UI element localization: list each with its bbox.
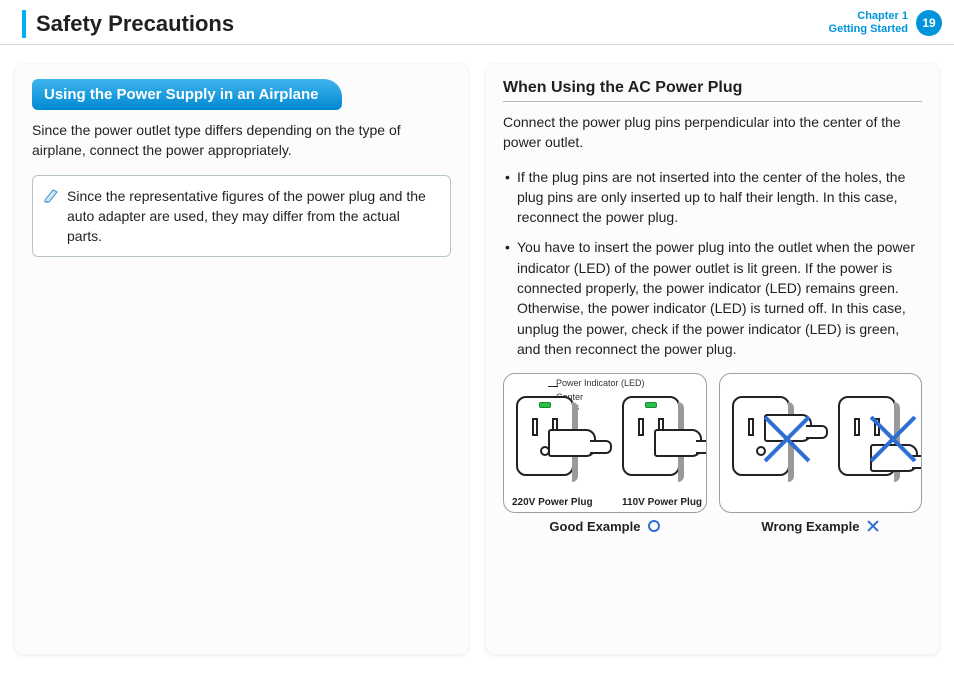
right-column: When Using the AC Power Plug Connect the… [485, 63, 940, 655]
bullet-list: If the plug pins are not inserted into t… [503, 167, 922, 360]
wrong-example-figure [719, 373, 923, 513]
note-box: Since the representative figures of the … [32, 175, 451, 258]
cross-icon [760, 412, 814, 466]
note-text: Since the representative figures of the … [67, 188, 426, 245]
header-left: Safety Precautions [22, 10, 234, 38]
power-indicator-label: Power Indicator (LED) [556, 378, 645, 388]
section-tab: Using the Power Supply in an Airplane [32, 79, 342, 110]
plug-220v [548, 429, 596, 457]
page-header: Safety Precautions Chapter 1 Getting Sta… [0, 0, 954, 45]
figure-row: Power Indicator (LED) Center Holes [503, 373, 922, 513]
plug-110v [654, 429, 702, 457]
led-icon [645, 402, 657, 408]
content-area: Using the Power Supply in an Airplane Si… [0, 45, 954, 665]
lead-line [548, 386, 558, 387]
plug-220-label: 220V Power Plug [512, 497, 593, 508]
divider [503, 101, 922, 102]
led-icon [539, 402, 551, 408]
note-icon [43, 188, 59, 204]
x-icon [867, 520, 879, 532]
bullet-text-2: You have to insert the power plug into t… [517, 239, 915, 356]
circle-icon [648, 520, 660, 532]
caption-row: Good Example Wrong Example [503, 519, 922, 534]
good-example-figure: Power Indicator (LED) Center Holes [503, 373, 707, 513]
header-right: Chapter 1 Getting Started 19 [829, 10, 942, 36]
chapter-label: Chapter 1 Getting Started [829, 10, 908, 36]
good-caption: Good Example [503, 519, 707, 534]
list-item: If the plug pins are not inserted into t… [503, 167, 922, 228]
chapter-line2: Getting Started [829, 23, 908, 36]
right-intro-text: Connect the power plug pins perpendicula… [503, 112, 922, 153]
plug-110-label: 110V Power Plug [622, 497, 702, 508]
wrong-caption: Wrong Example [719, 519, 923, 534]
chapter-line1: Chapter 1 [829, 10, 908, 23]
bullet-text-1: If the plug pins are not inserted into t… [517, 169, 905, 226]
wrong-caption-text: Wrong Example [761, 519, 859, 534]
page-number-badge: 19 [916, 10, 942, 36]
right-subhead: When Using the AC Power Plug [503, 79, 922, 97]
list-item: You have to insert the power plug into t… [503, 237, 922, 359]
page-title: Safety Precautions [36, 11, 234, 37]
accent-bar [22, 10, 26, 38]
cross-icon [866, 412, 920, 466]
left-intro-text: Since the power outlet type differs depe… [32, 120, 451, 161]
good-caption-text: Good Example [549, 519, 640, 534]
left-column: Using the Power Supply in an Airplane Si… [14, 63, 469, 655]
